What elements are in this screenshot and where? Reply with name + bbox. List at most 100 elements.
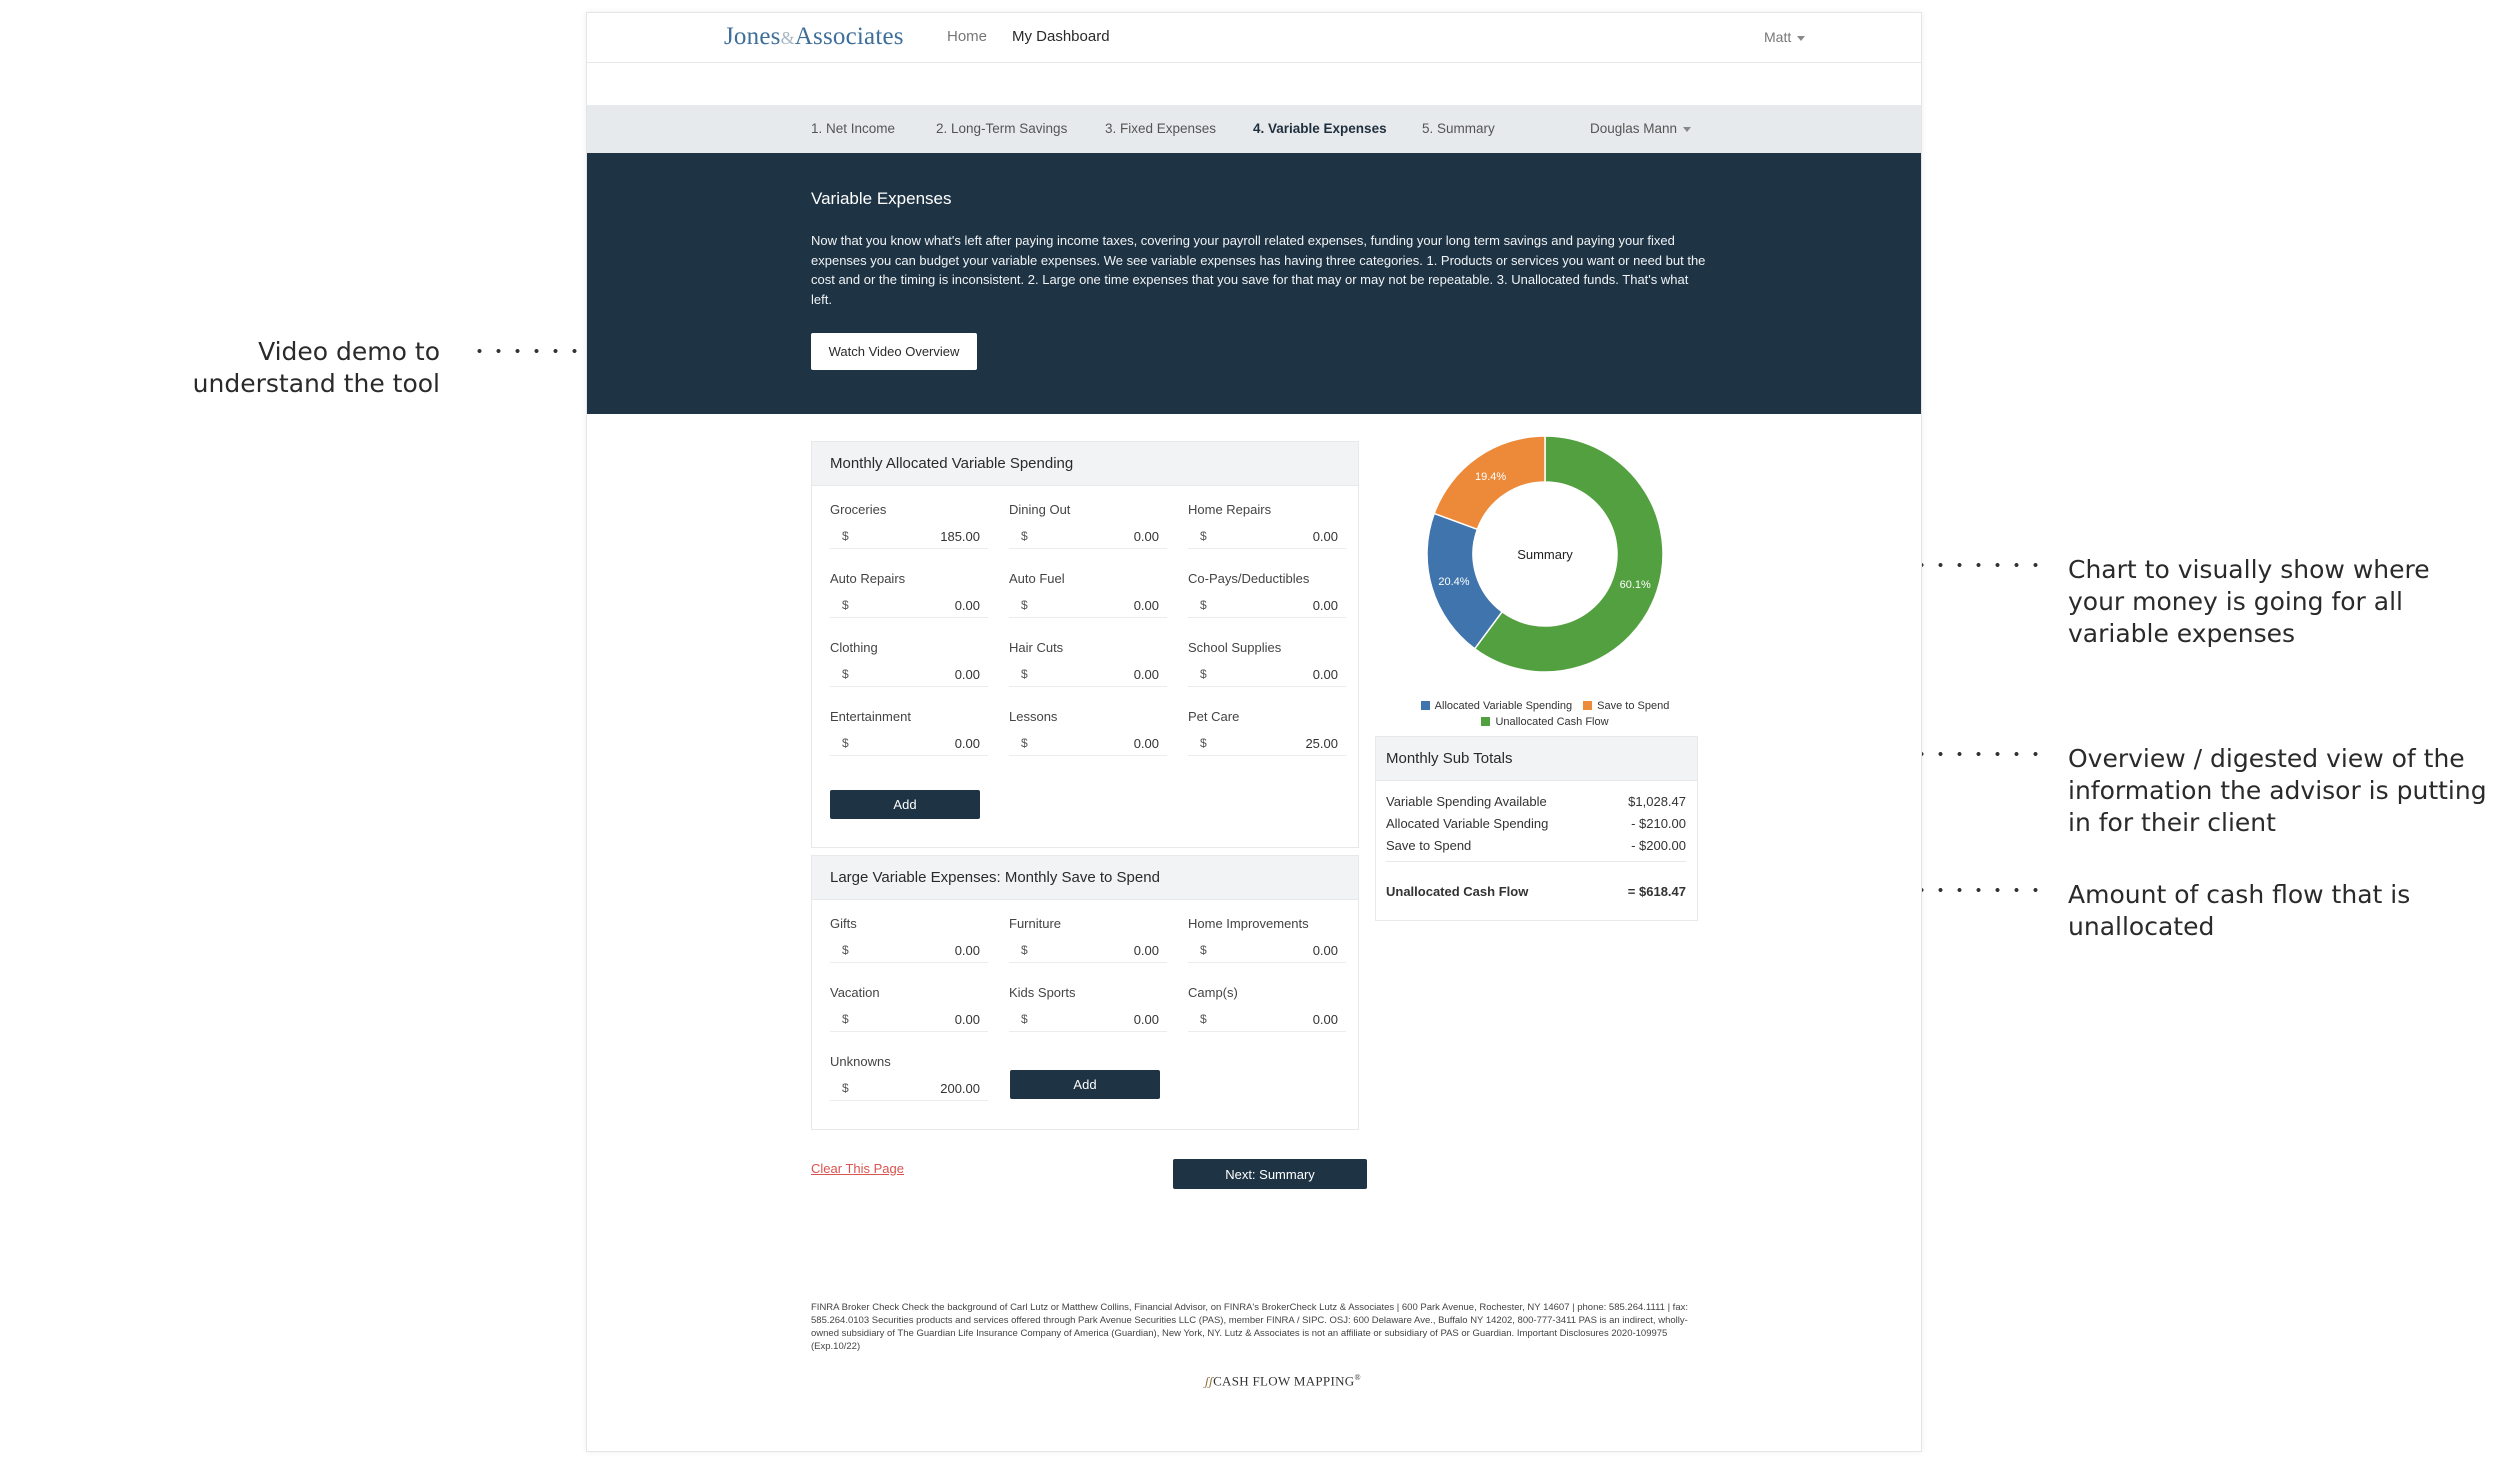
amount-input[interactable]: $0.00 [1188,1008,1346,1032]
unallocated-total-row: Unallocated Cash Flow = $618.47 [1386,884,1686,899]
donut-data-label: 20.4% [1438,576,1469,588]
logo-text-jones: Jones [724,23,781,50]
currency-symbol: $ [1200,736,1207,750]
large-expense-field: Gifts $0.00 [830,916,988,963]
allocated-expense-field: Hair Cuts $0.00 [1009,640,1167,687]
currency-symbol: $ [1021,943,1028,957]
amount-value: 0.00 [954,1012,980,1027]
amount-input[interactable]: $0.00 [1009,939,1167,963]
unallocated-total-value: = $618.47 [1627,884,1686,899]
legend-label-allocated: Allocated Variable Spending [1434,700,1573,712]
tab-long-term-savings[interactable]: 2. Long-Term Savings [936,121,1067,136]
currency-symbol: $ [1021,598,1028,612]
amount-value: 0.00 [954,667,980,682]
top-navigation: Jones&Associates Home My Dashboard Matt [587,13,1921,63]
amount-value: 0.00 [954,736,980,751]
amount-value: 0.00 [1133,529,1159,544]
amount-input[interactable]: $0.00 [1188,663,1346,687]
annotation-cashflow: Amount of cash flow that is unallocated [2068,880,2411,941]
client-selector[interactable]: Douglas Mann [1590,121,1692,136]
large-expense-field: Furniture $0.00 [1009,916,1167,963]
currency-symbol: $ [1021,736,1028,750]
field-label: Pet Care [1188,709,1240,724]
amount-input[interactable]: $0.00 [1188,525,1346,549]
large-expense-field: Vacation $0.00 [830,985,988,1032]
amount-input[interactable]: $0.00 [830,939,988,963]
watch-video-button[interactable]: Watch Video Overview [811,333,977,370]
brand-text: CASH FLOW MAPPING [1213,1373,1355,1389]
field-label: Home Repairs [1188,502,1272,517]
amount-input[interactable]: $0.00 [830,663,988,687]
brand-logo[interactable]: Jones&Associates [724,23,904,51]
legal-disclaimer: FINRA Broker Check Check the background … [811,1302,1688,1352]
amount-input[interactable]: $200.00 [830,1077,988,1101]
logo-text-associates: Associates [794,23,904,50]
amount-input[interactable]: $0.00 [1009,525,1167,549]
field-label: Dining Out [1009,502,1071,517]
large-expenses-card: Large Variable Expenses: Monthly Save to… [811,855,1359,1130]
field-label: Groceries [830,502,887,517]
logo-ampersand: & [780,28,795,48]
tab-variable-expenses[interactable]: 4. Variable Expenses [1253,121,1387,136]
amount-input[interactable]: $0.00 [830,1008,988,1032]
amount-value: 0.00 [1312,529,1338,544]
large-expense-field: Kids Sports $0.00 [1009,985,1167,1032]
allocated-expense-field: Home Repairs $0.00 [1188,502,1346,549]
clear-page-link[interactable]: Clear This Page [811,1161,904,1176]
unallocated-total-label: Unallocated Cash Flow [1386,884,1529,899]
field-label: Kids Sports [1009,985,1076,1000]
amount-value: 0.00 [1133,736,1159,751]
amount-value: 185.00 [940,529,980,544]
nav-dashboard-link[interactable]: My Dashboard [1012,28,1110,45]
amount-input[interactable]: $0.00 [1009,732,1167,756]
allocated-expense-field: Pet Care $25.00 [1188,709,1346,756]
add-allocated-button[interactable]: Add [830,790,980,819]
currency-symbol: $ [842,598,849,612]
chart-legend-row-2: Unallocated Cash Flow [1375,716,1715,728]
tab-fixed-expenses[interactable]: 3. Fixed Expenses [1105,121,1216,136]
subtotal-row: Allocated Variable Spending - $210.00 [1386,816,1686,831]
next-summary-button[interactable]: Next: Summary [1173,1159,1367,1189]
tab-summary[interactable]: 5. Summary [1422,121,1495,136]
large-expense-field: Unknowns $200.00 [830,1054,988,1101]
subtotal-divider [1386,861,1686,862]
annotation-overview: Overview / digested view of the informat… [2068,744,2487,837]
legend-label-save: Save to Spend [1597,700,1670,712]
tab-net-income[interactable]: 1. Net Income [811,121,895,136]
currency-symbol: $ [1200,598,1207,612]
amount-input[interactable]: $0.00 [1009,1008,1167,1032]
amount-input[interactable]: $185.00 [830,525,988,549]
currency-symbol: $ [842,943,849,957]
field-label: Clothing [830,640,878,655]
legend-label-unallocated: Unallocated Cash Flow [1495,716,1609,728]
amount-input[interactable]: $0.00 [1188,939,1346,963]
field-label: Lessons [1009,709,1058,724]
amount-value: 0.00 [954,943,980,958]
field-label: Vacation [830,985,880,1000]
legend-swatch-allocated [1420,701,1430,710]
page-title: Variable Expenses [811,189,952,208]
amount-input[interactable]: $0.00 [1009,594,1167,618]
chevron-down-icon [1797,35,1806,41]
amount-value: 0.00 [1312,1012,1338,1027]
user-menu[interactable]: Matt [1764,29,1806,45]
allocated-expense-field: Groceries $185.00 [830,502,988,549]
currency-symbol: $ [842,736,849,750]
amount-input[interactable]: $0.00 [830,732,988,756]
amount-input[interactable]: $0.00 [1009,663,1167,687]
add-large-expense-button[interactable]: Add [1010,1070,1160,1099]
annotation-chart: Chart to visually show where your money … [2068,555,2430,648]
amount-value: 0.00 [954,598,980,613]
nav-home-link[interactable]: Home [947,28,987,45]
intro-text: Now that you know what's left after payi… [811,233,1706,307]
currency-symbol: $ [1021,667,1028,681]
field-label: Unknowns [830,1054,891,1069]
currency-symbol: $ [1200,529,1207,543]
currency-symbol: $ [842,667,849,681]
field-label: Gifts [830,916,857,931]
amount-input[interactable]: $25.00 [1188,732,1346,756]
amount-input[interactable]: $0.00 [830,594,988,618]
currency-symbol: $ [1021,529,1028,543]
amount-input[interactable]: $0.00 [1188,594,1346,618]
donut-center-label: Summary [1517,547,1573,562]
